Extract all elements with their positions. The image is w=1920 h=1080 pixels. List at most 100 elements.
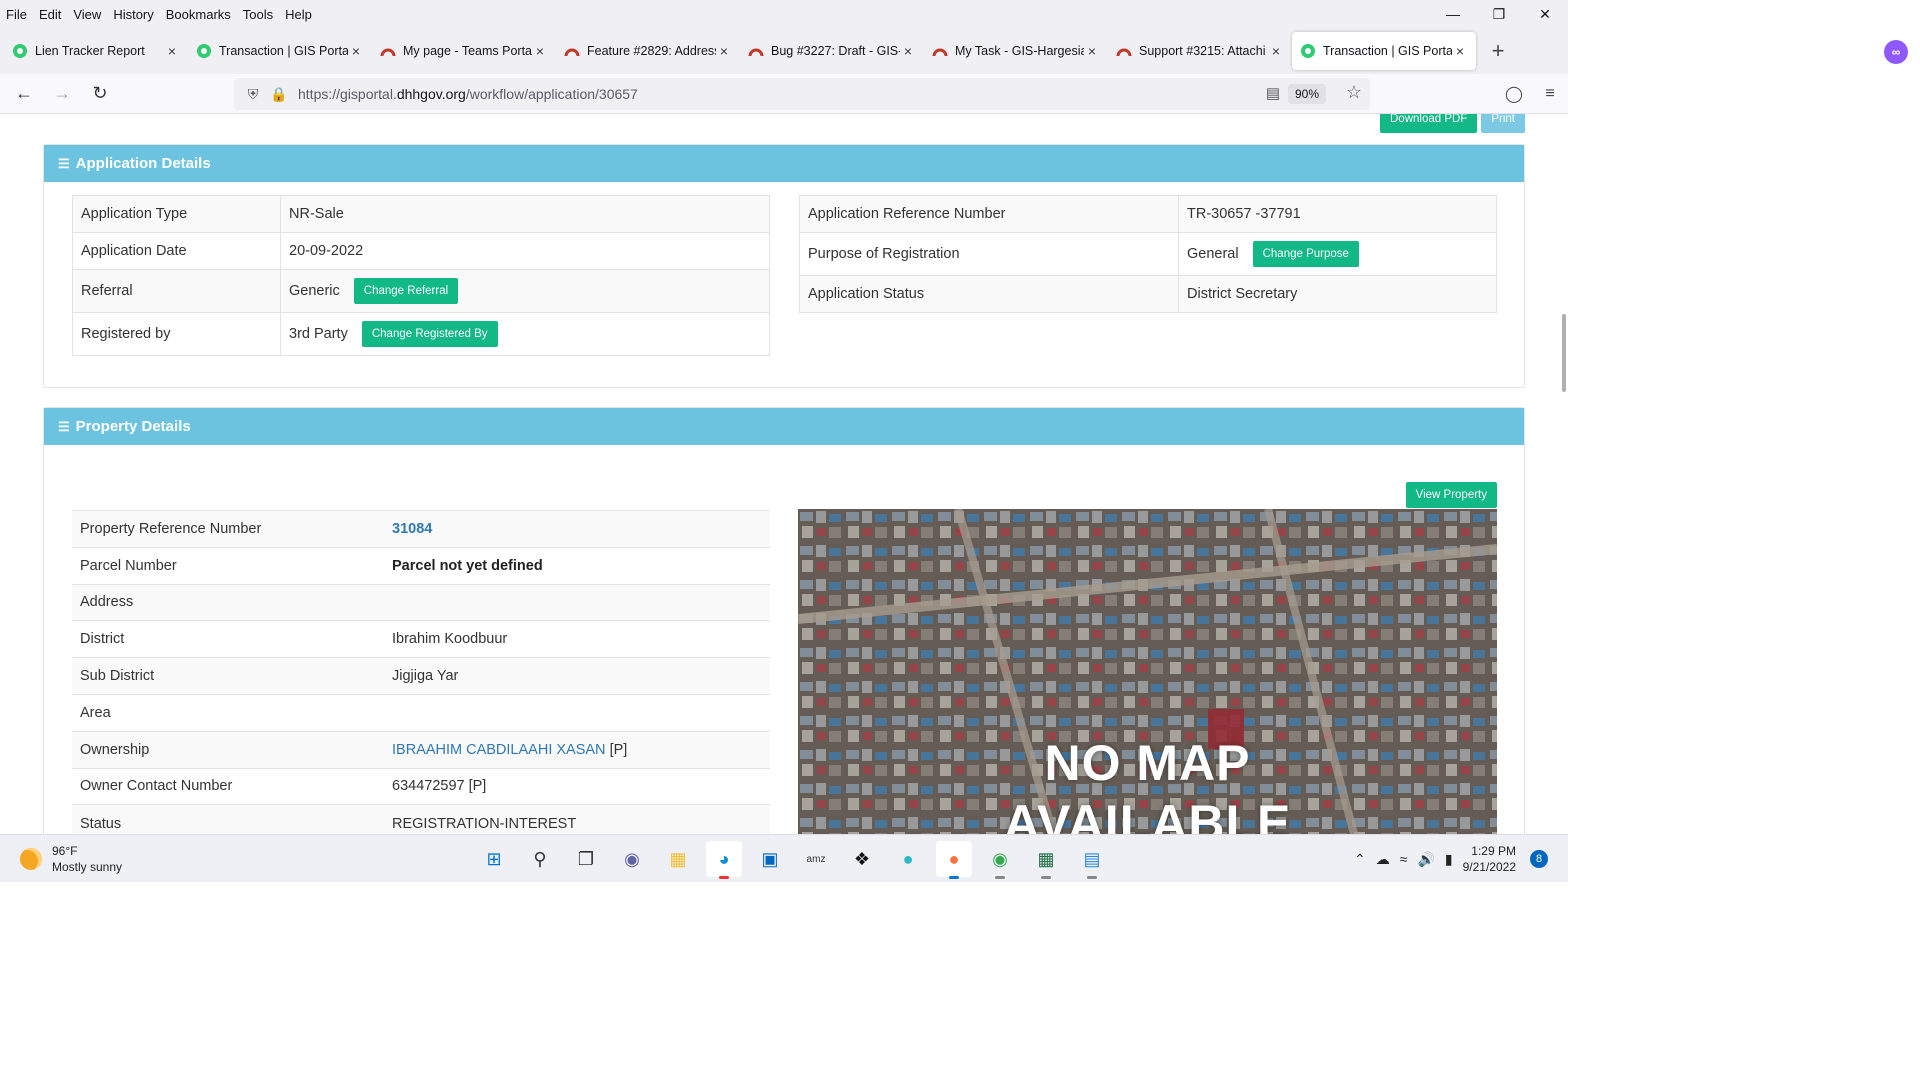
restore-icon[interactable]: ❐ xyxy=(1476,0,1522,28)
close-tab-icon[interactable]: × xyxy=(1268,43,1284,59)
pocket-icon[interactable]: ◯ xyxy=(1496,84,1532,104)
tab-transaction-active[interactable]: Transaction | GIS Portal × xyxy=(1292,32,1476,70)
print-button[interactable]: Print xyxy=(1481,114,1525,133)
change-referral-button[interactable]: Change Referral xyxy=(353,278,459,304)
notepad-icon[interactable]: ▤ xyxy=(1074,841,1110,879)
amazon-icon[interactable]: amz xyxy=(798,841,834,877)
table-row: Referral Generic Change Referral xyxy=(72,269,770,313)
close-tab-icon[interactable]: × xyxy=(348,43,364,59)
property-ref-link[interactable]: 31084 xyxy=(384,510,770,548)
tab-bug-3227[interactable]: Bug #3227: Draft - GIS- × xyxy=(740,32,924,70)
close-tab-icon[interactable]: × xyxy=(1452,43,1468,59)
menu-bookmarks[interactable]: Bookmarks xyxy=(160,7,237,22)
row-value: Parcel not yet defined xyxy=(384,546,770,585)
reload-icon[interactable]: ↻ xyxy=(82,78,118,110)
chrome-icon[interactable]: ◉ xyxy=(982,841,1018,879)
application-details-left-table: Application Type NR-Sale Application Date… xyxy=(72,195,770,356)
close-tab-icon[interactable]: × xyxy=(532,43,548,59)
lock-icon[interactable]: 🔒 xyxy=(266,86,292,103)
minimize-icon[interactable]: — xyxy=(1430,0,1476,28)
wifi-icon[interactable]: ≈ xyxy=(1400,851,1408,867)
menu-edit[interactable]: Edit xyxy=(33,7,67,22)
tab-transaction[interactable]: Transaction | GIS Portal × xyxy=(188,32,372,70)
row-value-cell: General Change Purpose xyxy=(1178,232,1497,276)
row-label: Property Reference Number xyxy=(72,510,384,548)
page-scrollbar[interactable] xyxy=(1562,314,1566,392)
tab-label: Support #3215: Attachi xyxy=(1139,44,1266,58)
redmine-icon xyxy=(932,48,948,57)
close-tab-icon[interactable]: × xyxy=(1084,43,1100,59)
bookmark-star-icon[interactable]: ☆ xyxy=(1346,82,1362,103)
close-tab-icon[interactable]: × xyxy=(716,43,732,59)
download-pdf-button[interactable]: Download PDF xyxy=(1380,114,1478,133)
volume-icon[interactable]: 🔊 xyxy=(1417,851,1434,868)
tab-label: Transaction | GIS Portal xyxy=(219,44,348,58)
change-purpose-button[interactable]: Change Purpose xyxy=(1252,241,1359,267)
notification-badge[interactable]: 8 xyxy=(1530,850,1548,868)
edge-icon[interactable]: ◕ xyxy=(706,841,742,879)
change-registered-by-button[interactable]: Change Registered By xyxy=(361,321,498,347)
tab-teams-portal[interactable]: My page - Teams Portal × xyxy=(372,32,556,70)
temperature: 96°F xyxy=(52,844,78,858)
row-value-cell: IBRAAHIM CABDILAAHI XASAN [P] xyxy=(384,730,770,769)
firefox-icon[interactable]: ● xyxy=(936,841,972,879)
firefox-account-icon[interactable]: ∞ xyxy=(1884,40,1908,64)
windows-start-icon[interactable]: ⊞ xyxy=(476,841,512,877)
tracking-shield-icon[interactable]: ⛨ xyxy=(240,86,266,103)
row-label: Referral xyxy=(72,269,281,313)
tab-my-task[interactable]: My Task - GIS-Hargesia × xyxy=(924,32,1108,70)
row-label: Application Status xyxy=(799,275,1179,313)
clock[interactable]: 1:29 PM 9/21/2022 xyxy=(1463,843,1516,875)
battery-icon[interactable]: ▮ xyxy=(1445,851,1453,868)
gis-portal-icon xyxy=(197,44,211,58)
close-tab-icon[interactable]: × xyxy=(900,43,916,59)
new-tab-plus-icon[interactable]: + xyxy=(1480,33,1516,69)
forward-arrow-icon[interactable]: → xyxy=(44,78,80,110)
close-window-icon[interactable]: ✕ xyxy=(1522,0,1568,28)
store-icon[interactable]: ▣ xyxy=(752,841,788,877)
row-label: Application Reference Number xyxy=(799,195,1179,233)
menu-history[interactable]: History xyxy=(107,7,159,22)
search-icon[interactable]: ⚲ xyxy=(522,841,558,877)
tab-support-3215[interactable]: Support #3215: Attachi × xyxy=(1108,32,1292,70)
menu-tools[interactable]: Tools xyxy=(237,7,279,22)
chevron-up-icon[interactable]: ⌃ xyxy=(1354,851,1366,868)
tab-feature-2829[interactable]: Feature #2829: Address × xyxy=(556,32,740,70)
panel-title: Application Details xyxy=(75,155,211,172)
sun-icon xyxy=(20,848,42,870)
back-arrow-icon[interactable]: ← xyxy=(6,78,42,110)
messenger-icon[interactable]: ● xyxy=(890,841,926,877)
tab-label: Bug #3227: Draft - GIS- xyxy=(771,44,900,58)
url-bar[interactable]: ⛨ 🔒 https://gisportal.dhhgov.org/workflo… xyxy=(234,78,1370,110)
url-text[interactable]: https://gisportal.dhhgov.org/workflow/ap… xyxy=(298,86,638,102)
table-row: District Ibrahim Koodbuur xyxy=(72,620,770,658)
file-explorer-icon[interactable]: ▦ xyxy=(660,841,696,877)
onedrive-cloud-icon[interactable]: ☁ xyxy=(1376,851,1390,868)
reader-view-icon[interactable]: ▤ xyxy=(1266,84,1280,102)
task-view-icon[interactable]: ❐ xyxy=(568,841,604,877)
weather-widget[interactable]: 96°F Mostly sunny xyxy=(20,843,122,875)
tab-lien-tracker[interactable]: Lien Tracker Report × xyxy=(4,32,188,70)
application-details-right-table: Application Reference Number TR-30657 -37… xyxy=(799,195,1497,313)
menu-bar: File Edit View History Bookmarks Tools H… xyxy=(0,0,1568,28)
menu-help[interactable]: Help xyxy=(279,7,318,22)
menu-view[interactable]: View xyxy=(67,7,107,22)
close-tab-icon[interactable]: × xyxy=(164,43,180,59)
tab-label: My Task - GIS-Hargesia xyxy=(955,44,1084,58)
property-details-header: ☰ Property Details xyxy=(44,408,1524,445)
zoom-level[interactable]: 90% xyxy=(1287,84,1326,104)
row-value-cell: 3rd Party Change Registered By xyxy=(280,312,770,356)
row-value-cell: Generic Change Referral xyxy=(280,269,770,313)
owner-link[interactable]: IBRAAHIM CABDILAAHI XASAN xyxy=(392,742,606,758)
dropbox-icon[interactable]: ❖ xyxy=(844,841,880,877)
view-property-button[interactable]: View Property xyxy=(1405,482,1497,508)
menu-file[interactable]: File xyxy=(0,7,33,22)
excel-icon[interactable]: ▦ xyxy=(1028,841,1064,879)
hamburger-menu-icon[interactable]: ≡ xyxy=(1532,85,1568,103)
no-map-text-line1: NO MAP xyxy=(1044,735,1251,791)
no-map-text-line2: AVAILABLE xyxy=(1003,795,1292,834)
row-label: Application Date xyxy=(72,232,281,270)
table-row: Registered by 3rd Party Change Registered … xyxy=(72,312,770,356)
row-value: REGISTRATION-INTEREST xyxy=(384,804,770,834)
teams-chat-icon[interactable]: ◉ xyxy=(614,841,650,877)
